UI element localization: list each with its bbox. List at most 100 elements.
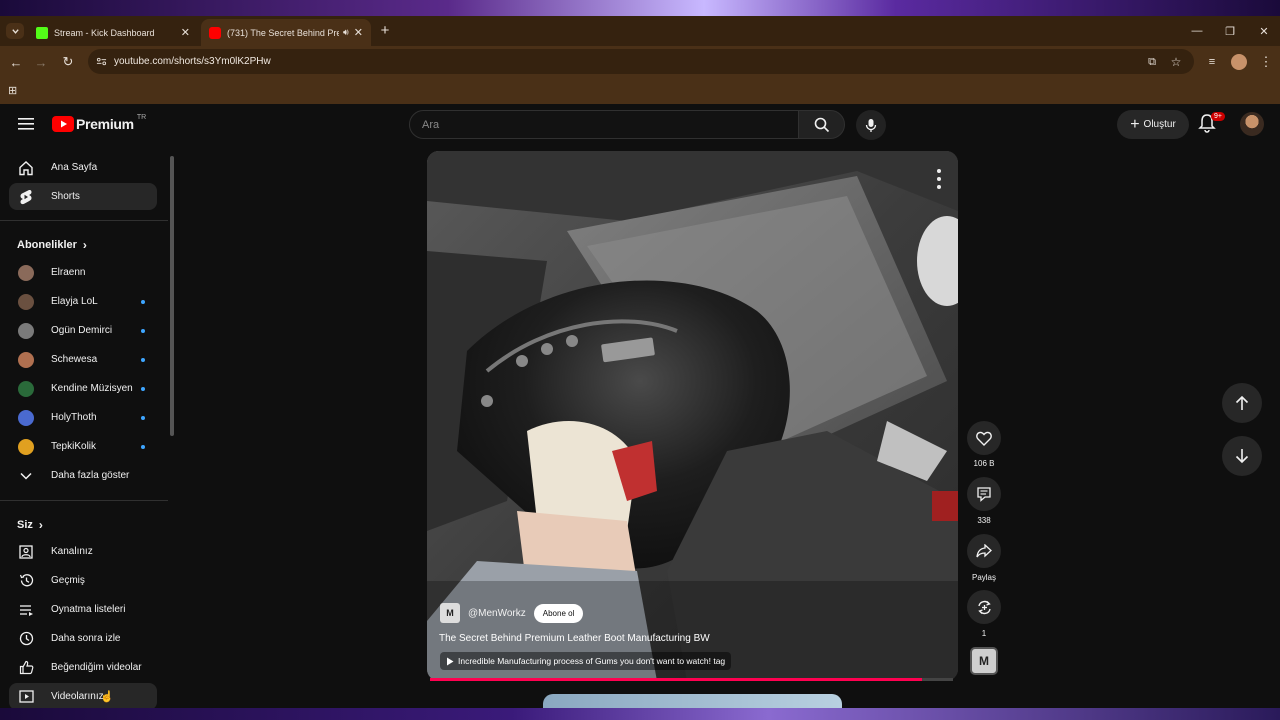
youtube-logo[interactable]: Premium TR (52, 114, 146, 132)
tab-search-button[interactable] (6, 23, 24, 39)
share-icon (976, 544, 992, 558)
sidebar-item-history[interactable]: Geçmiş (9, 567, 157, 594)
sidebar-item-shorts[interactable]: Shorts (9, 183, 157, 210)
search-placeholder: Ara (422, 118, 440, 131)
next-short-preview[interactable] (543, 694, 842, 708)
youtube-favicon-icon (209, 26, 221, 39)
scrollbar-thumb[interactable] (170, 156, 174, 436)
channel-name[interactable]: @MenWorkz (468, 608, 526, 619)
new-tab-button[interactable]: + (377, 22, 393, 40)
channel-logo[interactable]: M (440, 603, 460, 623)
you-heading[interactable]: Siz › (17, 518, 43, 532)
address-bar[interactable]: youtube.com/shorts/s3Ym0lK2PHw (88, 49, 1194, 74)
sidebar-item-your-channel[interactable]: Kanalınız (9, 538, 157, 565)
sound-source-thumbnail[interactable]: M (970, 647, 998, 675)
forward-button[interactable]: → (29, 46, 53, 78)
video-progress-bar[interactable] (430, 678, 922, 681)
short-video-player[interactable] (427, 151, 958, 681)
sidebar-item-tepkikolik[interactable]: TepkiKolik (9, 433, 157, 460)
like-button[interactable] (967, 421, 1001, 455)
sidebar-item-liked-videos[interactable]: Beğendiğim videolar (9, 654, 157, 681)
new-content-dot (141, 328, 145, 333)
search-button[interactable] (798, 110, 845, 139)
watch-later-icon (18, 631, 34, 647)
sidebar-item-label: Daha sonra izle (51, 633, 121, 644)
sidebar-item-label: HolyThoth (51, 412, 97, 423)
sidebar-item-label: Beğendiğim videolar (51, 662, 142, 673)
channel-avatar (18, 351, 34, 368)
sidebar-item-watch-later[interactable]: Daha sonra izle (9, 625, 157, 652)
apps-grid-icon[interactable]: ⊞ (8, 84, 17, 97)
voice-search-button[interactable] (856, 110, 886, 140)
sidebar-item-elayja[interactable]: Elayja LoL (9, 288, 157, 315)
back-button[interactable]: ← (4, 46, 28, 78)
youtube-header: Premium TR Ara + Oluştur (0, 104, 1280, 148)
reload-button[interactable]: ↻ (56, 46, 80, 78)
comments-button[interactable] (967, 477, 1001, 511)
install-app-icon[interactable]: ⧉ (1140, 46, 1164, 78)
sidebar-show-more[interactable]: Daha fazla göster (9, 462, 157, 489)
kick-favicon-icon (36, 26, 48, 39)
hamburger-menu-icon[interactable] (17, 116, 35, 137)
video-progress-remaining[interactable] (922, 678, 953, 681)
sidebar-item-label: Elraenn (51, 267, 86, 278)
reading-list-icon[interactable]: ≡ (1200, 46, 1224, 78)
playlist-icon (18, 602, 34, 618)
sidebar-item-your-videos[interactable]: Videolarınız (9, 683, 157, 710)
arrow-up-icon (1235, 395, 1249, 410)
sidebar-scrollbar[interactable] (169, 148, 175, 708)
restore-button[interactable]: ❐ (1214, 16, 1246, 46)
sidebar-divider (0, 500, 168, 501)
related-video-title: Incredible Manufacturing process of Gums… (458, 656, 726, 666)
channel-icon (18, 544, 34, 560)
new-content-dot (141, 386, 145, 391)
short-title[interactable]: The Secret Behind Premium Leather Boot M… (439, 633, 710, 644)
sidebar-item-label: Geçmiş (51, 575, 85, 586)
subscribe-button[interactable]: Abone ol (533, 603, 584, 623)
next-short-button[interactable] (1222, 436, 1262, 476)
remix-button[interactable] (967, 590, 1001, 624)
sidebar-item-ogun-demirci[interactable]: Ogün Demirci (9, 317, 157, 344)
show-more-label: Daha fazla göster (51, 470, 130, 481)
minimize-button[interactable]: — (1181, 16, 1213, 46)
close-tab-icon[interactable]: ✕ (354, 26, 363, 39)
channel-avatar (18, 322, 34, 339)
search-input[interactable]: Ara (409, 110, 799, 139)
like-count: 106 B (973, 459, 995, 468)
tab-kick-dashboard[interactable]: Stream - Kick Dashboard ✕ (28, 19, 198, 46)
sidebar-item-playlists[interactable]: Oynatma listeleri (9, 596, 157, 623)
related-video-chip[interactable]: Incredible Manufacturing process of Gums… (440, 652, 732, 670)
sidebar-item-elraenn[interactable]: Elraenn (9, 259, 157, 286)
share-button[interactable] (967, 534, 1001, 568)
subscriptions-heading[interactable]: Abonelikler › (17, 238, 87, 252)
close-tab-icon[interactable]: ✕ (181, 26, 190, 39)
tab-title: (731) The Secret Behind Pre (227, 27, 339, 38)
profile-avatar[interactable] (1231, 54, 1247, 70)
sidebar-item-label: Oynatma listeleri (51, 604, 126, 615)
create-button[interactable]: + Oluştur (1117, 110, 1189, 139)
sidebar-item-holythoth[interactable]: HolyThoth (9, 404, 157, 431)
bookmarks-bar: ⊞ (0, 78, 1280, 104)
sidebar-item-home[interactable]: Ana Sayfa (9, 154, 157, 181)
speaker-icon[interactable]: 🔊︎ (343, 27, 349, 38)
site-info-icon[interactable] (96, 56, 107, 67)
previous-short-button[interactable] (1222, 383, 1262, 423)
play-icon (447, 657, 454, 665)
close-window-button[interactable]: ✕ (1248, 16, 1280, 46)
sidebar-item-label: Elayja LoL (51, 296, 98, 307)
account-avatar[interactable] (1240, 112, 1264, 136)
notification-count-badge: 9+ (1211, 112, 1225, 121)
logo-text: Premium (76, 116, 134, 132)
channel-avatar (18, 264, 34, 281)
sidebar-item-label: Shorts (51, 191, 80, 202)
shorts-icon (18, 189, 34, 205)
tab-youtube-short[interactable]: (731) The Secret Behind Pre 🔊︎ ✕ (201, 19, 371, 46)
new-content-dot (141, 299, 145, 304)
tab-title: Stream - Kick Dashboard (54, 27, 155, 38)
sidebar-item-schewesa[interactable]: Schewesa (9, 346, 157, 373)
new-content-dot (141, 444, 145, 449)
browser-menu-icon[interactable]: ⋮ (1254, 46, 1278, 78)
create-label: Oluştur (1143, 119, 1176, 130)
bookmark-star-icon[interactable]: ☆ (1164, 46, 1188, 78)
sidebar-item-kendine-muzisyen[interactable]: Kendine Müzisyen (9, 375, 157, 402)
